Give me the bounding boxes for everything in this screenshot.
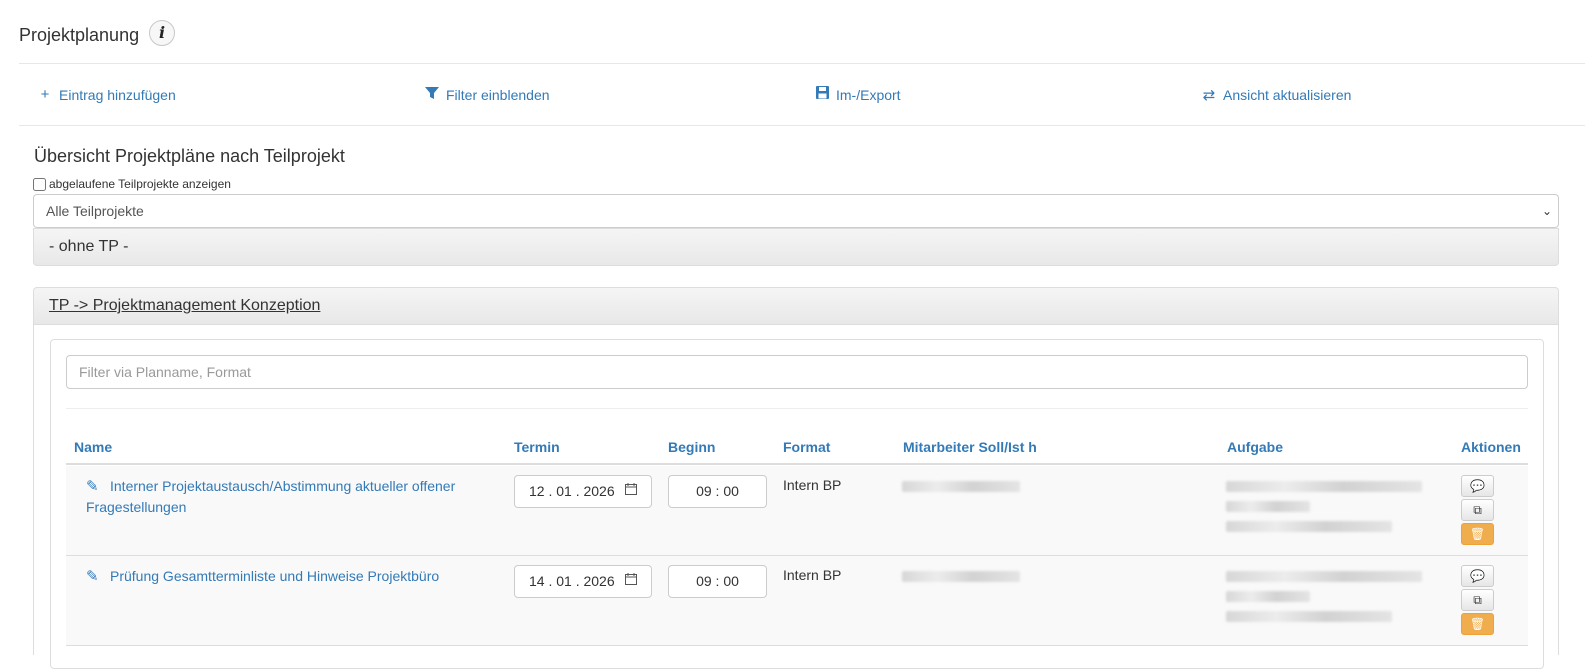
show-filter-label: Filter einblenden [446,87,550,103]
trash-icon: 🗑 [1469,617,1486,631]
show-filter-button[interactable]: Filter einblenden [424,86,550,104]
copy-icon: ⧉ [1473,503,1482,517]
floppy-icon [814,86,830,103]
table-header: Name Termin Beginn Format Mitarbeiter So… [66,437,1528,465]
comment-button[interactable]: 💬 [1461,565,1494,587]
toolbar: + Eintrag hinzufügen Filter einblenden I… [19,64,1585,126]
format-cell: Intern BP [783,567,842,583]
date-value: 14 . 01 . 2026 [529,573,615,589]
page-title: Projektplanung [19,25,140,45]
format-cell: Intern BP [783,477,842,493]
copy-button[interactable]: ⧉ [1461,589,1494,611]
copy-icon: ⧉ [1473,593,1482,607]
redacted-task-line [1226,501,1310,512]
page-header: Projektplanung i [19,20,1585,64]
date-input[interactable]: 14 . 01 . 2026 [514,565,652,598]
subproject-select-value: Alle Teilprojekte [46,203,144,219]
redacted-task-line [1226,481,1422,492]
delete-button[interactable]: 🗑 [1461,523,1494,545]
calendar-icon[interactable] [625,476,637,507]
info-icon[interactable]: i [149,20,175,46]
divider [66,408,1528,409]
pencil-icon[interactable]: ✎ [86,477,102,497]
plan-filter-input[interactable] [66,355,1528,389]
trash-icon: 🗑 [1469,527,1486,541]
redacted-staff [902,481,1020,492]
overview-title: Übersicht Projektpläne nach Teilprojekt [34,146,345,166]
show-expired-toggle[interactable]: abgelaufene Teilprojekte anzeigen [33,177,231,191]
column-header-aktionen: Aktionen [1461,439,1521,455]
comment-icon: 💬 [1470,479,1485,493]
row-actions: 💬 ⧉ 🗑 [1461,565,1495,637]
date-input[interactable]: 12 . 01 . 2026 [514,475,652,508]
panel-title-link[interactable]: TP -> Projektmanagement Konzeption [49,297,320,314]
date-value: 12 . 01 . 2026 [529,483,615,499]
column-header-termin[interactable]: Termin [514,439,560,455]
plan-name-cell[interactable]: ✎ Interner Projektaustausch/Abstimmung ak… [86,476,496,517]
refresh-view-label: Ansicht aktualisieren [1223,87,1352,103]
panel-header-tp-konzeption[interactable]: TP -> Projektmanagement Konzeption [33,287,1559,325]
calendar-icon[interactable] [625,566,637,597]
funnel-icon [424,86,440,104]
comment-button[interactable]: 💬 [1461,475,1494,497]
pencil-icon[interactable]: ✎ [86,567,102,587]
redacted-task-line [1226,591,1310,602]
delete-button[interactable]: 🗑 [1461,613,1494,635]
chevron-down-icon: ⌄ [1541,204,1552,218]
column-header-mitarbeiter[interactable]: Mitarbeiter Soll/Ist h [903,439,1037,455]
plan-name-link[interactable]: Prüfung Gesamtterminliste und Hinweise P… [110,568,439,584]
column-header-beginn[interactable]: Beginn [668,439,715,455]
copy-button[interactable]: ⧉ [1461,499,1494,521]
import-export-button[interactable]: Im-/Export [814,86,901,103]
table-row: ✎ Interner Projektaustausch/Abstimmung ak… [66,466,1528,556]
plan-name-link[interactable]: Interner Projektaustausch/Abstimmung akt… [86,478,455,515]
import-export-label: Im-/Export [836,86,901,103]
plan-name-cell[interactable]: ✎ Prüfung Gesamtterminliste und Hinweise … [86,566,496,587]
panel-body: Name Termin Beginn Format Mitarbeiter So… [33,325,1559,669]
table-row: ✎ Prüfung Gesamtterminliste und Hinweise … [66,556,1528,646]
plan-table-container: Name Termin Beginn Format Mitarbeiter So… [50,339,1544,669]
time-input[interactable]: 09 : 00 [668,565,767,598]
column-header-aufgabe[interactable]: Aufgabe [1227,439,1283,455]
column-header-format[interactable]: Format [783,439,830,455]
show-expired-label: abgelaufene Teilprojekte anzeigen [49,177,231,191]
row-actions: 💬 ⧉ 🗑 [1461,475,1495,547]
redacted-staff [902,571,1020,582]
column-header-name[interactable]: Name [74,439,112,455]
subproject-select[interactable]: Alle Teilprojekte ⌄ [33,194,1559,228]
redacted-task-line [1226,521,1392,532]
redacted-task-line [1226,571,1422,582]
add-entry-button[interactable]: + Eintrag hinzufügen [37,86,176,103]
show-expired-checkbox[interactable] [33,177,46,191]
refresh-icon: ⇄ [1202,87,1216,104]
time-value: 09 : 00 [696,483,739,499]
time-input[interactable]: 09 : 00 [668,475,767,508]
panel-title: - ohne TP - [49,238,129,255]
comment-icon: 💬 [1470,569,1485,583]
panel-header-no-tp[interactable]: - ohne TP - [33,228,1559,266]
refresh-view-button[interactable]: ⇄ Ansicht aktualisieren [1201,86,1352,104]
redacted-task-line [1226,611,1392,622]
add-entry-label: Eintrag hinzufügen [59,86,176,103]
time-value: 09 : 00 [696,573,739,589]
plus-icon: + [40,86,50,103]
